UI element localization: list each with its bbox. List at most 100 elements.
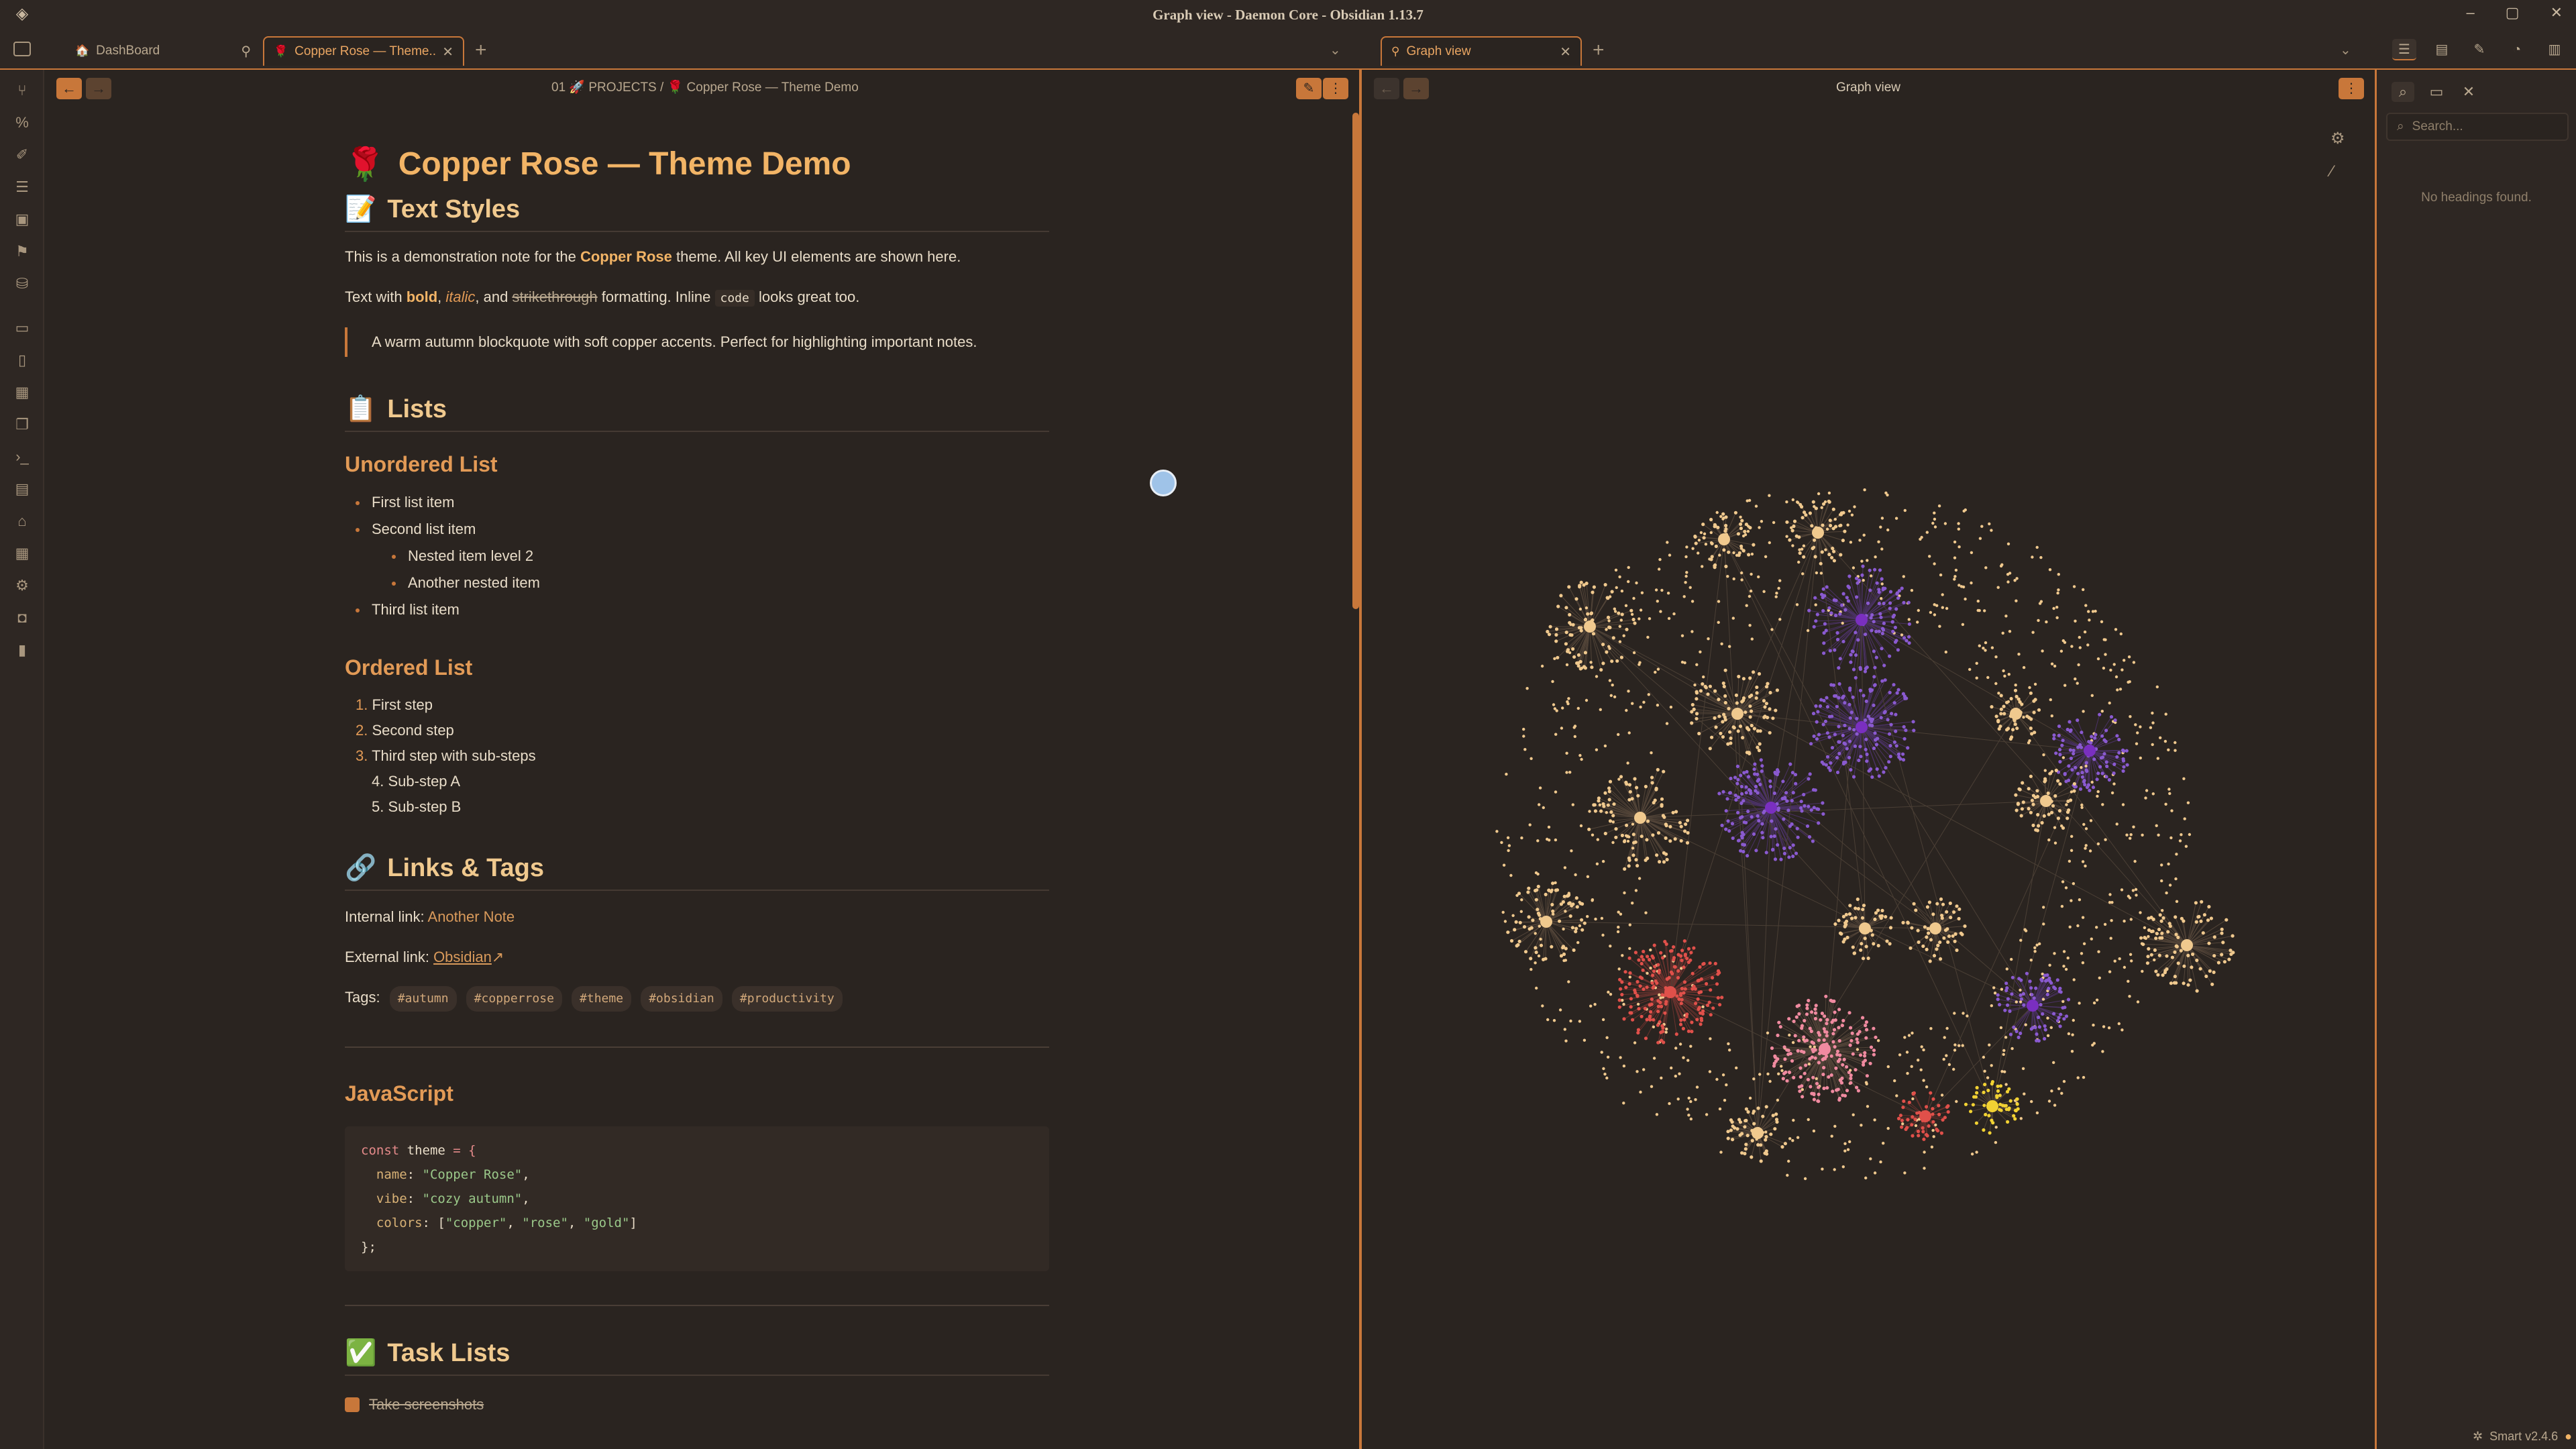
graph-node[interactable] <box>2015 727 2019 731</box>
graph-node[interactable] <box>1735 782 1739 786</box>
graph-node[interactable] <box>2053 841 2057 845</box>
graph-node[interactable] <box>2004 1036 2008 1039</box>
graph-node[interactable] <box>1938 625 1941 628</box>
graph-node[interactable] <box>1726 819 1730 823</box>
graph-node[interactable] <box>1902 694 1907 698</box>
graph-node[interactable] <box>1670 949 1674 953</box>
graph-node[interactable] <box>1551 680 1554 684</box>
graph-node[interactable] <box>2146 955 2150 959</box>
graph-node[interactable] <box>1786 1173 1789 1177</box>
graph-node[interactable] <box>1628 975 1631 979</box>
graph-node[interactable] <box>2123 919 2126 923</box>
graph-node[interactable] <box>1509 938 1514 943</box>
graph-node[interactable] <box>1623 970 1627 974</box>
graph-node[interactable] <box>1863 718 1868 722</box>
graph-node[interactable] <box>1808 772 1812 776</box>
graph-node[interactable] <box>1635 863 1640 868</box>
graph-node[interactable] <box>1721 790 1725 794</box>
graph-node[interactable] <box>1806 1077 1810 1081</box>
graph-node[interactable] <box>2104 653 2107 656</box>
graph-node[interactable] <box>1721 1073 1725 1077</box>
graph-node[interactable] <box>1851 695 1855 699</box>
graph-node[interactable] <box>1606 803 1610 807</box>
graph-node[interactable] <box>1665 977 1669 981</box>
graph-node[interactable] <box>1999 694 2003 698</box>
graph-node[interactable] <box>2104 760 2108 764</box>
graph-node[interactable] <box>1873 568 1877 572</box>
graph-node[interactable] <box>1907 600 1911 604</box>
graph-node[interactable] <box>2207 941 2211 945</box>
graph-node[interactable] <box>2092 1023 2095 1027</box>
graph-node[interactable] <box>2006 1120 2010 1124</box>
graph-node[interactable] <box>2078 787 2083 791</box>
graph-node[interactable] <box>1935 902 1939 906</box>
graph-node[interactable] <box>1741 736 1745 740</box>
forward-button[interactable]: → <box>86 78 111 99</box>
graph-node[interactable] <box>1910 1123 1914 1127</box>
graph-node[interactable] <box>1917 608 1920 612</box>
graph-node[interactable] <box>1862 533 1866 537</box>
graph-node[interactable] <box>1697 551 1700 555</box>
graph-node[interactable] <box>1559 902 1563 906</box>
graph-node[interactable] <box>2009 696 2013 701</box>
graph-node[interactable] <box>1529 967 1533 971</box>
graph-node[interactable] <box>1813 555 1817 559</box>
percent-icon[interactable]: % <box>12 113 32 133</box>
graph-node[interactable] <box>1817 1033 1821 1037</box>
graph-node[interactable] <box>1851 1052 1855 1056</box>
tag[interactable]: #theme <box>572 986 632 1012</box>
graph-node[interactable] <box>2069 798 2073 802</box>
graph-node[interactable] <box>1813 1011 1817 1015</box>
graph-node[interactable] <box>2132 825 2135 828</box>
graph-node[interactable] <box>1907 618 1911 621</box>
graph-node[interactable] <box>1636 794 1640 798</box>
graph-node[interactable] <box>2119 632 2123 636</box>
graph-node[interactable] <box>1607 790 1611 794</box>
graph-node[interactable] <box>1566 649 1570 653</box>
graph-node[interactable] <box>1856 1048 1860 1051</box>
graph-node[interactable] <box>2141 943 2145 947</box>
graph-node[interactable] <box>1994 655 1998 659</box>
graph-node[interactable] <box>1744 1107 1748 1111</box>
graph-node[interactable] <box>1741 549 1746 553</box>
graph-node[interactable] <box>1862 904 1866 908</box>
graph-node[interactable] <box>1702 675 1705 679</box>
graph-node[interactable] <box>1640 591 1644 594</box>
graph-node[interactable] <box>1841 1063 1845 1067</box>
graph-node[interactable] <box>1527 915 1531 919</box>
graph-node[interactable] <box>1847 727 1851 731</box>
graph-node[interactable] <box>1539 943 1544 947</box>
graph-node[interactable] <box>1894 639 1898 643</box>
graph-node[interactable] <box>1819 1018 1823 1022</box>
graph-node[interactable] <box>1832 1028 1837 1032</box>
graph-node[interactable] <box>1807 835 1812 839</box>
graph-node[interactable] <box>2207 905 2211 909</box>
graph-node[interactable] <box>1536 839 1540 843</box>
graph-node[interactable] <box>1853 744 1857 748</box>
graph-node[interactable] <box>2076 924 2080 928</box>
graph-node[interactable] <box>2204 974 2208 978</box>
graph-node[interactable] <box>1628 790 1632 794</box>
graph-node[interactable] <box>1795 500 1799 504</box>
graph-node[interactable] <box>2019 993 2023 997</box>
graph-node[interactable] <box>1849 653 1853 657</box>
graph-node[interactable] <box>1757 575 1760 579</box>
graph-node[interactable] <box>1768 1079 1772 1083</box>
pin-icon[interactable]: ⚲ <box>241 43 251 60</box>
graph-node[interactable] <box>2082 710 2085 713</box>
graph-node[interactable] <box>1639 1090 1642 1094</box>
graph-node[interactable] <box>1560 727 1564 730</box>
graph-node[interactable] <box>1856 581 1860 585</box>
graph-hub-node[interactable] <box>1664 986 1676 998</box>
graph-node[interactable] <box>1931 912 1935 916</box>
graph-node[interactable] <box>1778 579 1782 582</box>
graph-node[interactable] <box>2060 904 2064 908</box>
graph-node[interactable] <box>1607 645 1611 648</box>
graph-node[interactable] <box>2112 762 2116 766</box>
graph-node[interactable] <box>2005 967 2008 971</box>
graph-node[interactable] <box>1721 720 1725 724</box>
graph-node[interactable] <box>2084 827 2088 830</box>
graph-node[interactable] <box>1865 1028 1869 1032</box>
graph-node[interactable] <box>1862 578 1865 582</box>
graph-node[interactable] <box>1758 526 1761 529</box>
